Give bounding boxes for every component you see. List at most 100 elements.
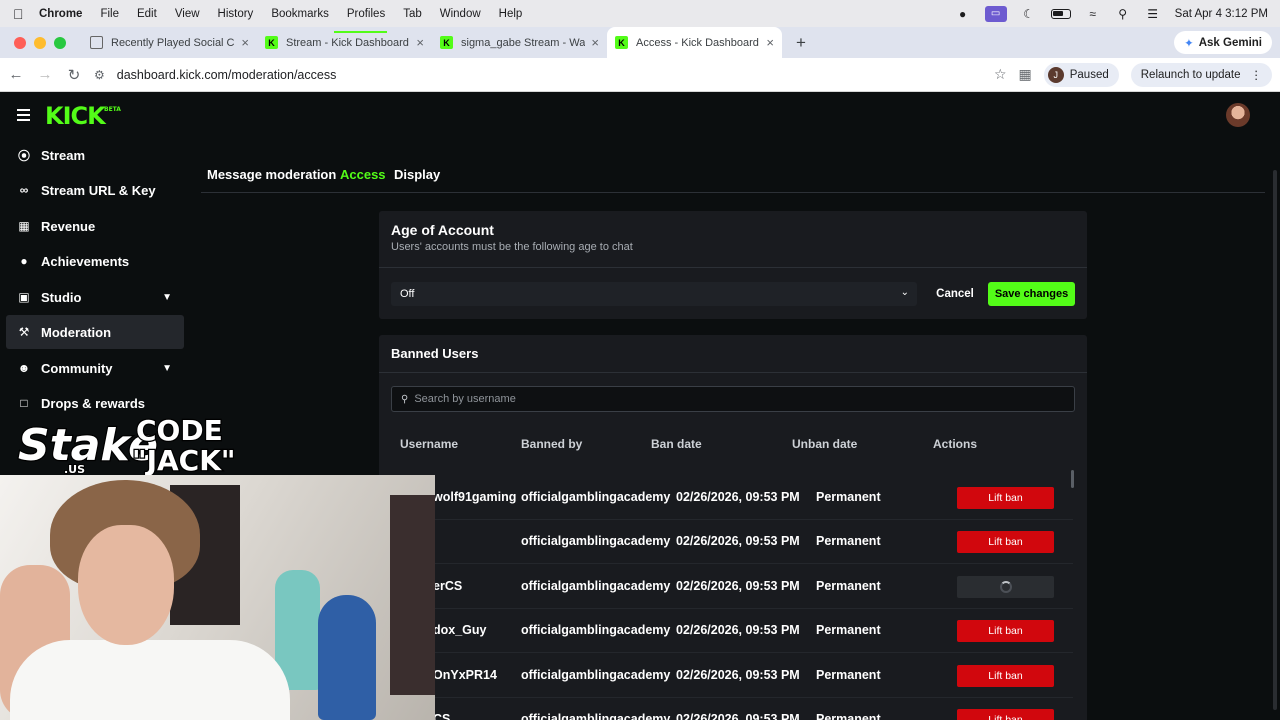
sidebar-item-moderation[interactable]: ⚒ Moderation bbox=[6, 315, 184, 349]
sidebar-item-studio[interactable]: ▣ Studio ▼ bbox=[6, 280, 184, 314]
bookmark-star-icon[interactable]: ☆ bbox=[994, 66, 1007, 83]
menu-edit[interactable]: Edit bbox=[137, 8, 157, 20]
browser-tab-watch[interactable]: K sigma_gabe Stream - Watch × bbox=[432, 27, 607, 58]
column-header-banned-by[interactable]: Banned by bbox=[521, 437, 582, 451]
battery-icon[interactable] bbox=[1050, 8, 1071, 19]
kick-header: KICK BETA bbox=[0, 92, 1280, 138]
wrench-icon: ⚒ bbox=[18, 325, 30, 339]
streamer-shirt bbox=[10, 640, 290, 720]
hamburger-menu-icon[interactable] bbox=[17, 109, 30, 124]
cell-unban-date: Permanent bbox=[816, 712, 881, 720]
menu-tab[interactable]: Tab bbox=[403, 8, 422, 20]
lift-ban-button-loading[interactable] bbox=[957, 576, 1054, 598]
forward-icon[interactable]: → bbox=[32, 66, 58, 83]
divider bbox=[379, 267, 1087, 268]
profile-button[interactable]: J Paused bbox=[1043, 62, 1119, 87]
user-avatar[interactable] bbox=[1226, 103, 1250, 127]
kick-icon: K bbox=[265, 36, 278, 49]
column-header-actions: Actions bbox=[933, 437, 978, 451]
cell-banned-by: officialgamblingacademy bbox=[521, 490, 671, 504]
sidebar-item-label: Drops & rewards bbox=[41, 395, 146, 411]
search-input[interactable]: ⚲ Search by username bbox=[391, 386, 1075, 412]
toolbar-right: ☆ ▦ J Paused Relaunch to update ⋮ bbox=[994, 62, 1272, 87]
lift-ban-button[interactable]: Lift ban bbox=[957, 665, 1054, 687]
menu-bookmarks[interactable]: Bookmarks bbox=[271, 8, 329, 20]
table-scrollbar[interactable] bbox=[1071, 470, 1074, 488]
menu-app-name[interactable]: Chrome bbox=[39, 8, 82, 20]
sidebar-item-stream-url-key[interactable]: ∞ Stream URL & Key bbox=[6, 173, 184, 207]
lift-ban-button[interactable]: Lift ban bbox=[957, 487, 1054, 509]
menu-history[interactable]: History bbox=[218, 8, 254, 20]
url-text[interactable]: dashboard.kick.com/moderation/access bbox=[117, 68, 337, 82]
table-row: wolf91gaming officialgamblingacademy 02/… bbox=[391, 476, 1073, 520]
close-tab-icon[interactable]: × bbox=[591, 35, 599, 50]
close-tab-icon[interactable]: × bbox=[766, 35, 774, 50]
browser-tab-access[interactable]: K Access - Kick Dashboard × bbox=[607, 27, 782, 58]
cell-username: erCS bbox=[433, 579, 463, 593]
tab-display[interactable]: Display bbox=[394, 167, 440, 182]
minimize-window-button[interactable] bbox=[34, 36, 46, 49]
column-header-username[interactable]: Username bbox=[400, 437, 458, 451]
cell-ban-date: 02/26/2026, 09:53 PM bbox=[676, 712, 800, 720]
sidebar-item-community[interactable]: ☻ Community ▼ bbox=[6, 351, 184, 385]
tab-message-moderation[interactable]: Message moderation bbox=[207, 167, 336, 182]
zoom-window-button[interactable] bbox=[54, 36, 66, 49]
sidebar-item-revenue[interactable]: ▦ Revenue bbox=[6, 209, 184, 243]
lift-ban-button[interactable]: Lift ban bbox=[957, 531, 1054, 553]
kick-logo[interactable]: KICK BETA bbox=[45, 102, 121, 130]
sidebar-item-achievements[interactable]: ● Achievements bbox=[6, 244, 184, 278]
apple-icon[interactable]:  bbox=[13, 6, 27, 22]
screen-share-icon[interactable]: ▭ bbox=[984, 5, 1007, 22]
cell-ban-date: 02/26/2026, 09:53 PM bbox=[676, 490, 800, 504]
divider bbox=[379, 372, 1087, 373]
page-scrollbar[interactable] bbox=[1273, 170, 1277, 710]
sidebar-item-stream[interactable]: ⦿ Stream bbox=[6, 138, 184, 172]
close-tab-icon[interactable]: × bbox=[416, 35, 424, 50]
close-window-button[interactable] bbox=[14, 36, 26, 49]
cell-banned-by: officialgamblingacademy bbox=[521, 712, 671, 720]
profile-avatar: J bbox=[1047, 66, 1064, 83]
lift-ban-button[interactable]: Lift ban bbox=[957, 620, 1054, 642]
save-changes-button[interactable]: Save changes bbox=[988, 282, 1075, 306]
back-icon[interactable]: ← bbox=[3, 66, 29, 83]
menu-file[interactable]: File bbox=[100, 8, 119, 20]
more-menu-icon[interactable]: ⋮ bbox=[1251, 68, 1263, 82]
spotlight-icon[interactable]: ⚲ bbox=[1115, 7, 1131, 21]
column-header-ban-date[interactable]: Ban date bbox=[651, 437, 702, 451]
menu-window[interactable]: Window bbox=[440, 8, 481, 20]
menu-help[interactable]: Help bbox=[499, 8, 523, 20]
menubar-clock[interactable]: Sat Apr 4 3:12 PM bbox=[1175, 8, 1268, 20]
panel-description: Users' accounts must be the following ag… bbox=[391, 241, 633, 253]
cell-unban-date: Permanent bbox=[816, 490, 881, 504]
column-header-unban-date[interactable]: Unban date bbox=[792, 437, 857, 451]
wifi-icon[interactable]: ≈ bbox=[1085, 7, 1101, 21]
chevron-down-icon[interactable]: ▼ bbox=[162, 292, 172, 303]
browser-tab-strip: Recently Played Social Casino × K Stream… bbox=[0, 27, 1280, 58]
cell-unban-date: Permanent bbox=[816, 534, 881, 548]
menu-view[interactable]: View bbox=[175, 8, 200, 20]
new-tab-icon[interactable]: + bbox=[796, 33, 806, 53]
account-age-select[interactable]: Off ⌄ bbox=[391, 282, 917, 306]
relaunch-button[interactable]: Relaunch to update ⋮ bbox=[1130, 62, 1272, 87]
ask-gemini-button[interactable]: ✦ Ask Gemini bbox=[1174, 31, 1272, 54]
studio-icon: ▣ bbox=[18, 290, 30, 304]
grammarly-icon[interactable]: ● bbox=[955, 7, 971, 21]
cell-username: dox_Guy bbox=[433, 623, 487, 637]
tab-access[interactable]: Access bbox=[340, 167, 386, 182]
chevron-down-icon[interactable]: ▼ bbox=[162, 363, 172, 374]
close-tab-icon[interactable]: × bbox=[241, 35, 249, 50]
casino-icon bbox=[90, 36, 103, 49]
sidebar-item-label: Stream bbox=[41, 147, 86, 163]
sidebar-item-label: Stream URL & Key bbox=[41, 182, 156, 198]
lift-ban-button[interactable]: Lift ban bbox=[957, 709, 1054, 720]
site-settings-icon[interactable]: ⚙ bbox=[94, 68, 105, 82]
browser-tab-casino[interactable]: Recently Played Social Casino × bbox=[82, 27, 257, 58]
moon-icon[interactable]: ☾ bbox=[1021, 7, 1037, 21]
cell-unban-date: Permanent bbox=[816, 579, 881, 593]
reload-icon[interactable]: ↻ bbox=[61, 66, 87, 84]
menu-profiles[interactable]: Profiles bbox=[347, 8, 385, 20]
address-bar[interactable]: ⚙ dashboard.kick.com/moderation/access bbox=[88, 61, 1078, 88]
cancel-button[interactable]: Cancel bbox=[929, 282, 981, 306]
extensions-icon[interactable]: ▦ bbox=[1019, 66, 1032, 83]
control-center-icon[interactable]: ☰ bbox=[1145, 7, 1161, 21]
